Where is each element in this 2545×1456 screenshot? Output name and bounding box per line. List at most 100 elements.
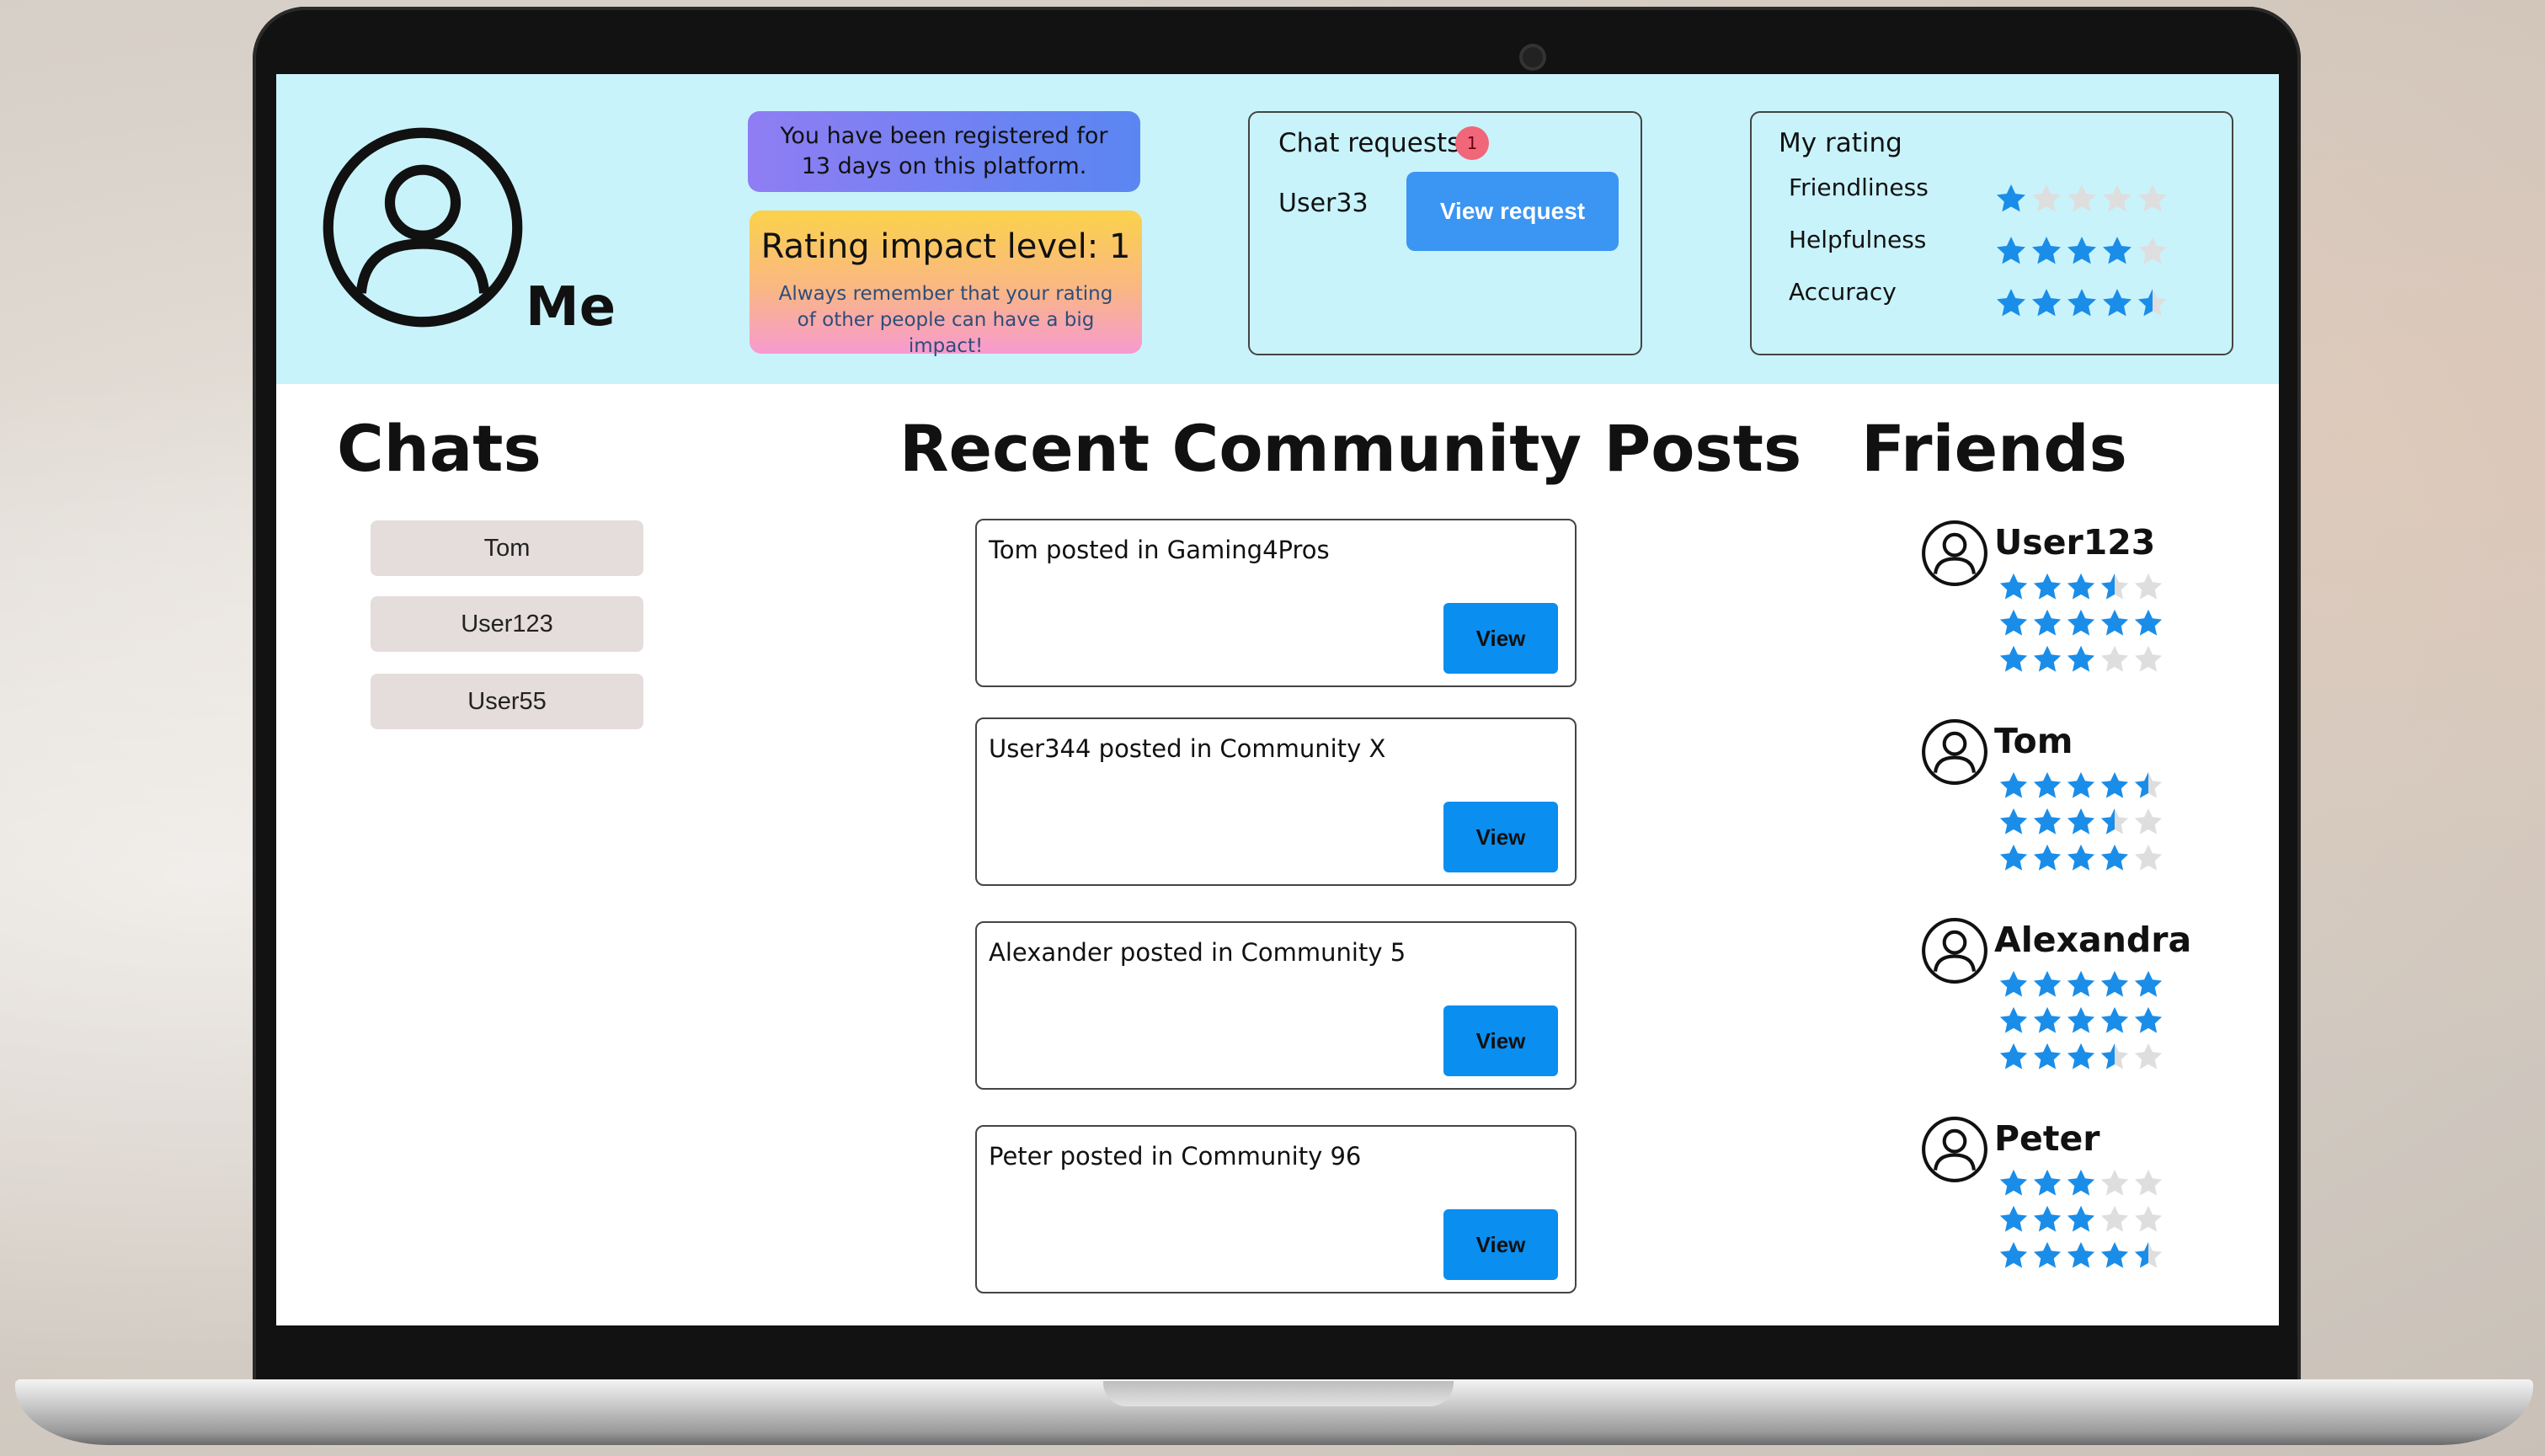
star-filled-icon [1998,1167,2030,1199]
rating-impact-card: Rating impact level: 1 Always remember t… [750,211,1142,357]
star-filled-icon [2030,234,2063,268]
star-filled-icon [2031,1005,2063,1037]
star-empty-icon [2099,1203,2131,1235]
friend-avatar-icon [1922,918,1987,984]
post-card: Alexander posted in Community 5 View [975,921,1577,1090]
star-empty-icon [2099,1167,2131,1199]
friend-rating-stars [1998,1167,2164,1199]
star-filled-icon [2099,1005,2131,1037]
post-card: User344 posted in Community X View [975,717,1577,886]
star-filled-icon [2100,286,2134,320]
view-post-button[interactable]: View [1443,1005,1558,1076]
star-filled-icon [1994,182,2028,216]
star-filled-icon [1998,1240,2030,1272]
friend-rating-stars [1998,643,2164,675]
star-empty-icon [2099,643,2131,675]
friend-rating-stars [1998,1005,2164,1037]
chats-title: Chats [337,411,542,486]
star-empty-icon [2132,571,2164,603]
view-post-button[interactable]: View [1443,603,1558,674]
chat-item-user55[interactable]: User55 [371,674,643,729]
rating-stars-friendliness [1994,182,2169,216]
friend-rating-stars [1998,1203,2164,1235]
friend-rating-stars [1998,571,2164,603]
star-filled-icon [1998,806,2030,838]
friend-avatar-icon [1922,719,1987,785]
rating-label-accuracy: Accuracy [1789,278,1897,306]
star-filled-icon [2065,968,2097,1000]
friend-item[interactable]: User123 [1920,519,2190,687]
star-empty-icon [2136,182,2169,216]
notification-badge: 1 [1455,126,1489,160]
star-filled-icon [1998,1041,2030,1073]
star-filled-icon [2031,643,2063,675]
friend-rating-stars [1998,607,2164,639]
star-filled-icon [1998,842,2030,874]
star-filled-icon [1998,1203,2030,1235]
star-filled-icon [2031,968,2063,1000]
star-empty-icon [2100,182,2134,216]
star-empty-icon [2132,1203,2164,1235]
view-request-button[interactable]: View request [1406,172,1619,251]
star-empty-icon [2132,806,2164,838]
star-filled-icon [2099,607,2131,639]
registration-notice: You have been registered for 13 days on … [748,111,1140,192]
star-filled-icon [2031,1240,2063,1272]
star-filled-icon [2132,1005,2164,1037]
view-post-button[interactable]: View [1443,802,1558,872]
star-filled-icon [1998,571,2030,603]
star-filled-icon [2031,770,2063,802]
chat-item-user123[interactable]: User123 [371,596,643,652]
star-filled-icon [1998,968,2030,1000]
star-filled-icon [2099,1240,2131,1272]
chat-item-tom[interactable]: Tom [371,520,643,576]
star-filled-icon [2031,607,2063,639]
post-text: User344 posted in Community X [989,734,1386,763]
friend-avatar-icon [1922,520,1987,586]
star-filled-icon [1998,607,2030,639]
friend-rating-stars [1998,1041,2164,1073]
star-filled-icon [1998,643,2030,675]
view-post-button[interactable]: View [1443,1209,1558,1280]
star-filled-icon [2099,842,2131,874]
friend-name: User123 [1994,522,2156,563]
star-filled-icon [2031,806,2063,838]
star-empty-icon [2132,842,2164,874]
friend-rating-stars [1998,770,2164,802]
rating-stars-helpfulness [1994,234,2169,268]
star-filled-icon [2065,607,2097,639]
star-filled-icon [2100,234,2134,268]
chat-requests-panel: Chat requests 1 User33 View request [1248,111,1642,355]
star-empty-icon [2132,1167,2164,1199]
friend-rating-stars [1998,968,2164,1000]
rating-stars-accuracy [1994,286,2169,320]
star-filled-icon [1998,1005,2030,1037]
star-empty-icon [2132,1041,2164,1073]
star-filled-icon [2065,286,2099,320]
chat-request-user: User33 [1278,189,1369,218]
rating-label-helpfulness: Helpfulness [1789,226,1927,253]
star-filled-icon [2065,1041,2097,1073]
star-filled-icon [2065,1005,2097,1037]
star-filled-icon [2030,286,2063,320]
friend-name: Alexandra [1994,920,2192,960]
user-avatar-icon [323,127,523,328]
profile-name: Me [526,276,616,339]
rating-impact-subtitle: Always remember that your rating of othe… [778,283,1113,357]
star-filled-icon [2031,1041,2063,1073]
chat-requests-title: Chat requests [1278,128,1461,158]
friend-item[interactable]: Tom [1920,717,2190,886]
star-empty-icon [2065,182,2099,216]
posts-title: Recent Community Posts [899,411,1802,486]
star-filled-icon [1998,770,2030,802]
friend-rating-stars [1998,842,2164,874]
rating-impact-title: Rating impact level: 1 [760,227,1131,266]
friend-item[interactable]: Alexandra [1920,916,2192,1085]
rating-label-friendliness: Friendliness [1789,173,1929,201]
star-filled-icon [2031,842,2063,874]
app-screen: Me You have been registered for 13 days … [276,74,2279,1325]
profile-header: Me You have been registered for 13 days … [276,74,2279,384]
star-filled-icon [2065,571,2097,603]
star-filled-icon [2099,770,2131,802]
friend-item[interactable]: Peter [1920,1115,2190,1283]
